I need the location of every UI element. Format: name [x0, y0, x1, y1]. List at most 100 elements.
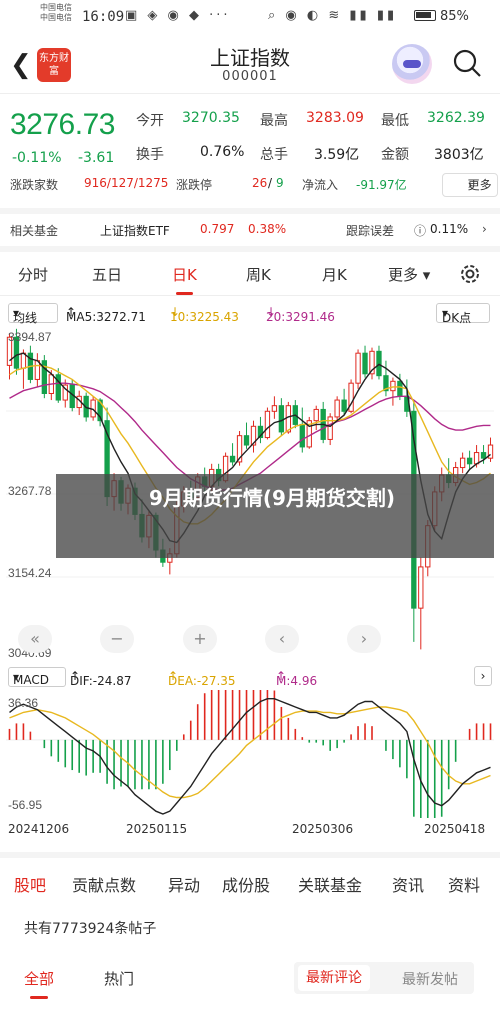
date-label: 20250115	[126, 822, 188, 836]
date-label: 20250418	[424, 822, 486, 836]
chevron-right-icon: ›	[482, 222, 487, 236]
gear-icon[interactable]	[458, 262, 482, 286]
scroll-left-fast-icon[interactable]: «	[18, 625, 52, 653]
battery-icon	[414, 10, 436, 21]
candle-body	[299, 423, 305, 448]
battery-percent: 85%	[440, 9, 469, 24]
period-tabs: 分时 五日 日K 周K 月K 更多 ▾	[0, 252, 500, 296]
more-button[interactable]: 更多 ›	[442, 173, 498, 197]
dea-line	[9, 706, 491, 799]
tab-movement[interactable]: 异动	[168, 872, 200, 896]
tab-intraday[interactable]: 分时	[18, 264, 48, 285]
carrier-2: 中国电信	[40, 13, 72, 22]
amount-value: 3803亿	[434, 147, 484, 163]
candle-body	[480, 452, 487, 459]
netflow-value: -91.97亿	[356, 178, 407, 192]
ma5-value: MA5:3272.71 ↑	[66, 305, 146, 324]
candle-body	[229, 455, 236, 463]
candle-body	[459, 457, 466, 469]
related-fund-row[interactable]: 相关基金 上证指数ETF 0.797 0.38% 跟踪误差 ⓘ 0.11% ›	[0, 216, 500, 246]
tab-weekly-k[interactable]: 周K	[246, 264, 271, 285]
tab-constituents[interactable]: 成份股	[222, 872, 270, 896]
axis-label-top: 3394.87	[8, 330, 52, 344]
high-label: 最高	[260, 113, 288, 129]
volume-value: 3.59亿	[314, 147, 360, 163]
candle-body	[243, 435, 250, 446]
market-breadth-row: 涨跌家数 916/127/1275 涨跌停 26 / 9 净流入 -91.97亿…	[10, 173, 500, 202]
last-price: 3276.73	[10, 108, 115, 141]
netflow-label: 净流入	[302, 178, 339, 192]
turnover-label: 换手	[136, 147, 164, 163]
tab-hot[interactable]: 热门	[104, 968, 134, 989]
collapse-icon[interactable]: ›	[474, 666, 492, 686]
zoom-out-icon[interactable]: −	[100, 625, 134, 653]
axis-label-low: 3154.24	[8, 566, 52, 580]
m-value: M:4.96 ↑	[276, 669, 318, 688]
more-label: 更多	[467, 178, 492, 192]
top-nav: ❮ 东方财富 上证指数 000001	[0, 38, 500, 92]
info-icon[interactable]: ⓘ	[414, 222, 426, 239]
candle-body	[264, 410, 271, 439]
assistant-robot-icon[interactable]	[392, 44, 432, 84]
sort-latest-comment[interactable]: 最新评论	[298, 965, 370, 991]
quote-stats: 今开 3270.35 最高 3283.09 最低 3262.39 换手 0.76…	[136, 110, 496, 178]
open-label: 今开	[136, 113, 164, 129]
sort-latest-post[interactable]: 最新发帖	[402, 969, 458, 989]
scroll-right-icon[interactable]: ›	[347, 625, 381, 653]
macd-indicator-bar: MACD ▾ DIF:-24.87 ↑ DEA:-27.35 ↑ M:4.96 …	[0, 664, 500, 690]
updown-value: 916/127/1275	[84, 176, 169, 190]
candle-body	[313, 408, 319, 422]
indicator-select[interactable]: 均线 ▾	[8, 303, 58, 325]
candle-body	[278, 405, 285, 433]
fund-name: 上证指数ETF	[100, 224, 170, 238]
overlay-banner: 9月期货行情(9月期货交割)	[56, 474, 494, 558]
dif-value: DIF:-24.87 ↑	[70, 669, 132, 688]
status-bar: 中国电信 中国电信 16:09 ▣ ◈ ◉ ◆ ··· ⌕ ◉ ◐ ≋ ▮▮ ▮…	[0, 0, 500, 36]
tab-more-label: 更多	[388, 266, 419, 284]
dea-value: DEA:-27.35 ↑	[168, 669, 236, 688]
macd-axis-bottom: -56.95	[8, 798, 43, 812]
tab-five-day[interactable]: 五日	[92, 264, 122, 285]
candle-body	[473, 452, 480, 465]
candle-body	[362, 352, 368, 375]
tab-forum[interactable]: 股吧	[14, 872, 46, 896]
macd-name: MACD	[13, 673, 49, 687]
low-label: 最低	[381, 113, 409, 129]
quote-panel: 3276.73 -0.11% -3.61 今开 3270.35 最高 3283.…	[0, 100, 500, 210]
macd-select[interactable]: MACD ▾	[8, 667, 66, 687]
scroll-left-icon[interactable]: ‹	[265, 625, 299, 653]
bottom-tabs: 股吧 贡献点数 异动 成份股 关联基金 资讯 资料	[0, 852, 500, 908]
candle-body	[341, 399, 347, 412]
limit-label: 涨跌停	[176, 178, 213, 192]
macd-chart[interactable]	[6, 690, 494, 818]
tab-related-funds[interactable]: 关联基金	[298, 872, 362, 896]
candle-body	[466, 457, 473, 465]
clock: 16:09	[82, 9, 125, 25]
tab-all[interactable]: 全部	[24, 968, 54, 999]
tracking-error-value: 0.11%	[430, 222, 469, 236]
tab-profile[interactable]: 资料	[448, 872, 480, 896]
dk-point-select[interactable]: DK点 ▾	[436, 303, 490, 325]
macd-axis-top: 36.36	[8, 696, 39, 710]
date-label: 20250306	[292, 822, 354, 836]
open-value: 3270.35	[182, 110, 240, 126]
tab-contribution[interactable]: 贡献点数	[72, 872, 136, 896]
updown-label: 涨跌家数	[10, 178, 59, 192]
low-value: 3262.39	[427, 110, 485, 126]
fund-percent: 0.38%	[248, 222, 287, 236]
dif-line	[9, 697, 491, 815]
candle-body	[390, 380, 396, 392]
change-percent: -0.11%	[12, 150, 62, 166]
search-icon[interactable]	[452, 48, 482, 78]
zoom-in-icon[interactable]: +	[183, 625, 217, 653]
tab-news[interactable]: 资讯	[392, 872, 424, 896]
axis-label-mid: 3267.78	[8, 484, 52, 498]
tab-daily-k[interactable]: 日K	[172, 264, 197, 295]
dk-label: DK点	[442, 311, 472, 325]
tab-monthly-k[interactable]: 月K	[322, 264, 347, 285]
turnover-value: 0.76%	[200, 144, 245, 160]
notification-icons: ▣ ◈ ◉ ◆ ···	[125, 8, 231, 23]
tab-more[interactable]: 更多 ▾	[388, 264, 430, 285]
candle-body	[376, 350, 382, 377]
volume-label: 总手	[260, 147, 288, 163]
